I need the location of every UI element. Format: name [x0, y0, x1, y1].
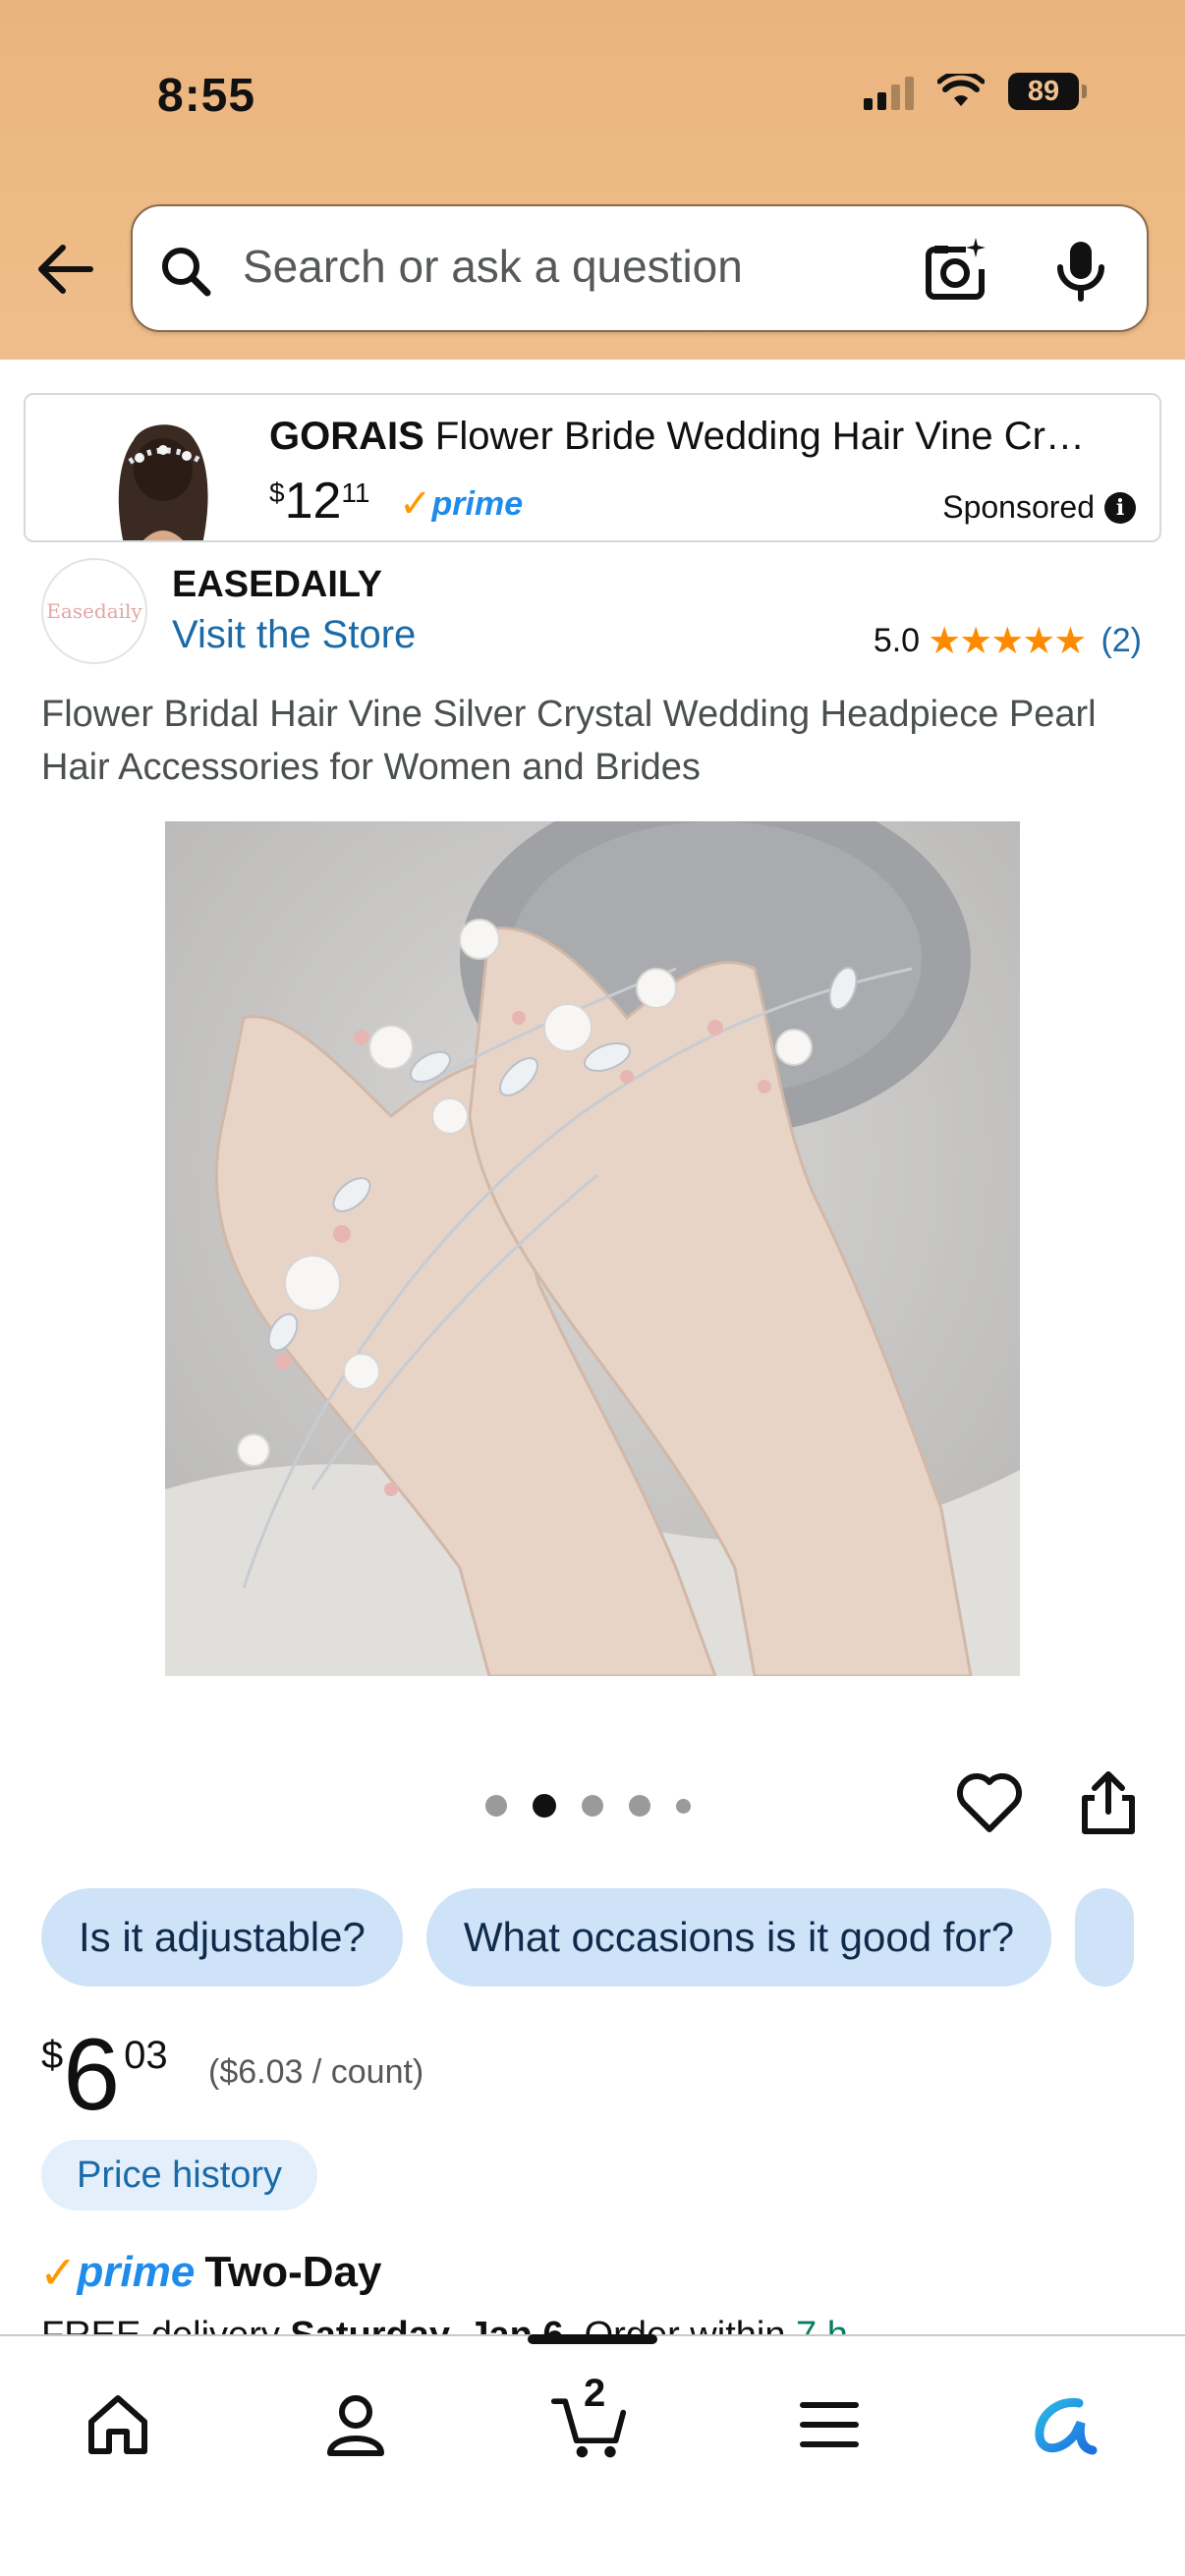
header: 8:55 89 Search or ask a question: [0, 0, 1185, 360]
price-history-button[interactable]: Price history: [41, 2140, 318, 2211]
sponsored-label[interactable]: Sponsored i: [942, 489, 1136, 526]
tab-active-indicator: [528, 2334, 657, 2344]
question-chips: Is it adjustable? What occasions is it g…: [41, 1888, 1135, 1987]
question-chip[interactable]: Is it adjustable?: [41, 1888, 403, 1987]
sponsored-price-currency: $: [269, 477, 285, 508]
carousel-dot[interactable]: [629, 1795, 650, 1817]
prime-label: prime: [77, 2248, 196, 2296]
question-chip[interactable]: What occasions is it good for?: [425, 1888, 1052, 1987]
store-logo[interactable]: Easedaily: [41, 558, 147, 664]
sponsored-prime-label: prime: [431, 484, 524, 523]
microphone-icon[interactable]: [1050, 238, 1111, 303]
prime-delivery-badge: ✓ prime Two-Day: [39, 2246, 381, 2299]
status-time: 8:55: [157, 70, 256, 122]
sponsored-product-thumbnail: [85, 401, 242, 540]
cart-count: 2: [584, 2372, 606, 2415]
heart-icon[interactable]: [955, 1770, 1024, 1835]
menu-icon[interactable]: [790, 2385, 869, 2464]
share-icon[interactable]: [1079, 1768, 1138, 1837]
back-arrow-icon[interactable]: [33, 238, 96, 301]
carousel-dot[interactable]: [485, 1795, 507, 1817]
battery-icon: 89: [1008, 73, 1087, 110]
prime-check-icon: ✓: [399, 482, 432, 526]
sponsored-prime-badge: ✓ prime: [399, 481, 523, 527]
search-icon: [162, 248, 211, 297]
store-logo-text: Easedaily: [46, 599, 142, 623]
search-input[interactable]: Search or ask a question: [243, 240, 743, 293]
visit-store-link[interactable]: Visit the Store: [172, 613, 416, 657]
prime-check-icon: ✓: [39, 2247, 78, 2298]
info-icon[interactable]: i: [1104, 491, 1136, 524]
carousel-dot-active[interactable]: [533, 1794, 556, 1818]
camera-search-icon[interactable]: [921, 236, 989, 305]
star-rating-icon: ★★★★★: [928, 621, 1087, 662]
bottom-tab-bar: 2: [0, 2334, 1185, 2576]
sponsored-ad-banner[interactable]: GORAIS Flower Bride Wedding Hair Vine Cr…: [24, 393, 1161, 542]
wifi-icon: [937, 74, 985, 106]
rating-count[interactable]: (2): [1100, 622, 1142, 660]
price-currency: $: [41, 2034, 64, 2077]
cart-icon[interactable]: 2: [550, 2372, 629, 2464]
product-title: Flower Bridal Hair Vine Silver Crystal W…: [41, 694, 1097, 788]
rufus-icon[interactable]: [1026, 2385, 1104, 2464]
carousel-dots[interactable]: [485, 1794, 691, 1818]
sponsored-title-text: Flower Bride Wedding Hair Vine Cr…: [434, 415, 1085, 458]
delivery-speed: Two-Day: [204, 2248, 382, 2296]
carousel-dot[interactable]: [582, 1795, 603, 1817]
sponsored-brand: GORAIS: [269, 415, 424, 458]
sponsored-label-text: Sponsored: [942, 489, 1095, 525]
cellular-signal-icon: [864, 73, 914, 110]
battery-level: 89: [1008, 73, 1079, 110]
unit-price: ($6.03 / count): [208, 2053, 424, 2091]
home-icon[interactable]: [79, 2385, 157, 2464]
rating-value: 5.0: [873, 622, 921, 659]
store-name: EASEDAILY: [172, 564, 382, 605]
sponsored-title: GORAIS Flower Bride Wedding Hair Vine Cr…: [269, 415, 1144, 459]
rating-summary[interactable]: 5.0 ★★★★★ (2): [874, 619, 1142, 663]
question-chip-partial[interactable]: [1075, 1888, 1135, 1987]
product-price: $ 6 03: [41, 2024, 168, 2126]
sponsored-price-whole: 12: [284, 473, 342, 530]
sponsored-price-fraction: 11: [341, 477, 370, 508]
price-fraction: 03: [124, 2034, 168, 2077]
account-icon[interactable]: [316, 2385, 395, 2464]
price-whole: 6: [63, 2018, 121, 2132]
status-icons: 89: [864, 73, 1087, 110]
sponsored-price: $ 12 11: [269, 472, 370, 531]
search-bar[interactable]: Search or ask a question: [131, 204, 1149, 332]
product-image[interactable]: [165, 821, 1020, 1676]
carousel-dot[interactable]: [676, 1798, 691, 1814]
